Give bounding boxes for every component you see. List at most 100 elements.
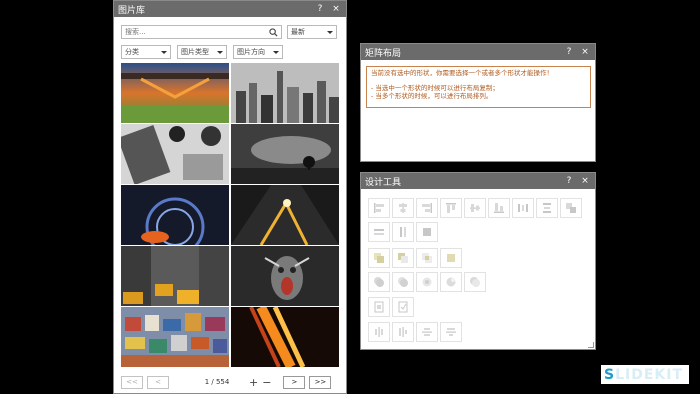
merge-intersect-button[interactable] — [416, 248, 438, 268]
shape-subtract-icon — [470, 277, 480, 287]
flip-v-button[interactable] — [440, 322, 462, 342]
align-center-icon — [399, 203, 407, 213]
align-top-button[interactable] — [440, 198, 462, 218]
search-box — [121, 25, 282, 39]
design-title: 设计工具 — [365, 177, 402, 188]
design-help-button[interactable]: ? — [563, 175, 575, 187]
matrix-close-button[interactable]: × — [579, 46, 591, 58]
same-size-button[interactable] — [416, 222, 438, 242]
page-indicator: 1 / 554 — [204, 378, 230, 386]
rotate-left-icon — [375, 327, 383, 337]
align-middle-icon — [470, 204, 480, 212]
next-page-button[interactable]: > — [283, 375, 306, 389]
same-width-icon — [374, 229, 384, 235]
merge-union-icon — [374, 253, 384, 263]
gallery-title: 图片库 — [118, 5, 146, 16]
distribute-v-button[interactable] — [536, 198, 558, 218]
shape-union-icon — [374, 277, 384, 287]
plus-icon[interactable]: + — [249, 376, 258, 389]
image-gallery-panel: 图片库 ? × 最新 分类 图片类型 图片方向 — [113, 0, 347, 394]
chevron-down-icon — [273, 50, 279, 54]
minus-icon[interactable]: − — [262, 376, 271, 389]
shape-intersect-icon — [422, 277, 432, 287]
thumbnail-screaming-face[interactable] — [231, 246, 339, 306]
paste-format-button[interactable] — [392, 297, 414, 317]
last-page-button[interactable]: >> — [309, 375, 332, 389]
thumbnail-bridge-sunset[interactable] — [121, 63, 229, 123]
sort-select[interactable]: 最新 — [287, 25, 337, 39]
first-page-button[interactable]: << — [121, 375, 143, 389]
design-tools-panel: 设计工具 ? × — [360, 172, 596, 350]
merge-union-button[interactable] — [368, 248, 390, 268]
matrix-titlebar: 矩阵布局 ? × — [361, 44, 595, 60]
shape-intersect-button[interactable] — [416, 272, 438, 292]
orientation-filter-label: 图片方向 — [237, 48, 265, 56]
rotate-left-button[interactable] — [368, 322, 390, 342]
group-button[interactable] — [560, 198, 582, 218]
thumbnail-road-sunset[interactable] — [231, 185, 339, 245]
rotate-right-button[interactable] — [392, 322, 414, 342]
category-filter-label: 分类 — [125, 48, 139, 56]
same-height-icon — [400, 227, 406, 237]
merge-combine-button[interactable] — [440, 248, 462, 268]
copy-format-icon — [374, 301, 384, 313]
same-height-button[interactable] — [392, 222, 414, 242]
thumbnail-city-skyline[interactable] — [231, 63, 339, 123]
thumbnail-orange-streaks[interactable] — [231, 307, 339, 367]
matrix-layout-panel: 矩阵布局 ? × 当前没有选中的形状，你需要选择一个或者多个形状才能操作！ - … — [360, 43, 596, 162]
align-bottom-icon — [494, 203, 504, 213]
chevron-down-icon — [161, 50, 167, 54]
chevron-down-icon — [217, 50, 223, 54]
shape-subtract-button[interactable] — [464, 272, 486, 292]
prev-page-button[interactable]: < — [147, 375, 169, 389]
matrix-help-button[interactable]: ? — [563, 46, 575, 58]
align-center-button[interactable] — [392, 198, 414, 218]
align-right-button[interactable] — [416, 198, 438, 218]
thumbnail-grid — [121, 63, 340, 368]
flip-h-button[interactable] — [416, 322, 438, 342]
distribute-h-button[interactable] — [512, 198, 534, 218]
merge-subtract-icon — [398, 253, 408, 263]
thumbnail-taxi-street[interactable] — [121, 246, 229, 306]
image-type-filter-label: 图片类型 — [181, 48, 209, 56]
align-middle-button[interactable] — [464, 198, 486, 218]
align-top-icon — [446, 203, 456, 213]
watermark-lead: S — [604, 366, 616, 383]
flip-h-icon — [422, 328, 432, 336]
align-bottom-button[interactable] — [488, 198, 510, 218]
rotate-right-icon — [399, 327, 407, 337]
info-line: - 当多个形状的时候，可以进行布局排列。 — [371, 91, 493, 100]
align-left-button[interactable] — [368, 198, 390, 218]
thumbnail-tunnel-light[interactable] — [121, 185, 229, 245]
gallery-close-button[interactable]: × — [330, 3, 342, 15]
design-titlebar: 设计工具 ? × — [361, 173, 595, 189]
category-filter[interactable]: 分类 — [121, 45, 171, 59]
shape-combine-icon — [446, 277, 456, 287]
same-width-button[interactable] — [368, 222, 390, 242]
group-icon — [566, 203, 576, 213]
watermark-logo: S LIDEKIT — [601, 365, 689, 384]
gallery-help-button[interactable]: ? — [314, 3, 326, 15]
shape-union-button[interactable] — [368, 272, 390, 292]
thumbnail-laptop-desk[interactable] — [121, 124, 229, 184]
design-close-button[interactable]: × — [579, 175, 591, 187]
info-line: 当前没有选中的形状，你需要选择一个或者多个形状才能操作！ — [371, 69, 553, 77]
shape-fragment-button[interactable] — [392, 272, 414, 292]
thumbnail-colorful-town[interactable] — [121, 307, 229, 367]
pagination-bar: << < 1 / 554 + − > >> — [121, 375, 343, 389]
merge-intersect-icon — [422, 253, 432, 263]
resize-handle[interactable] — [588, 342, 594, 348]
merge-combine-icon — [447, 254, 455, 262]
matrix-title: 矩阵布局 — [365, 48, 402, 59]
watermark-rest: LIDEKIT — [615, 366, 684, 383]
shape-combine-button[interactable] — [440, 272, 462, 292]
thumbnail-stormy-tree[interactable] — [231, 124, 339, 184]
search-input[interactable] — [122, 26, 268, 38]
orientation-filter[interactable]: 图片方向 — [233, 45, 283, 59]
image-type-filter[interactable]: 图片类型 — [177, 45, 227, 59]
merge-subtract-button[interactable] — [392, 248, 414, 268]
paste-format-icon — [398, 301, 408, 313]
search-icon[interactable] — [269, 28, 278, 37]
gallery-titlebar: 图片库 ? × — [114, 1, 346, 17]
copy-format-button[interactable] — [368, 297, 390, 317]
